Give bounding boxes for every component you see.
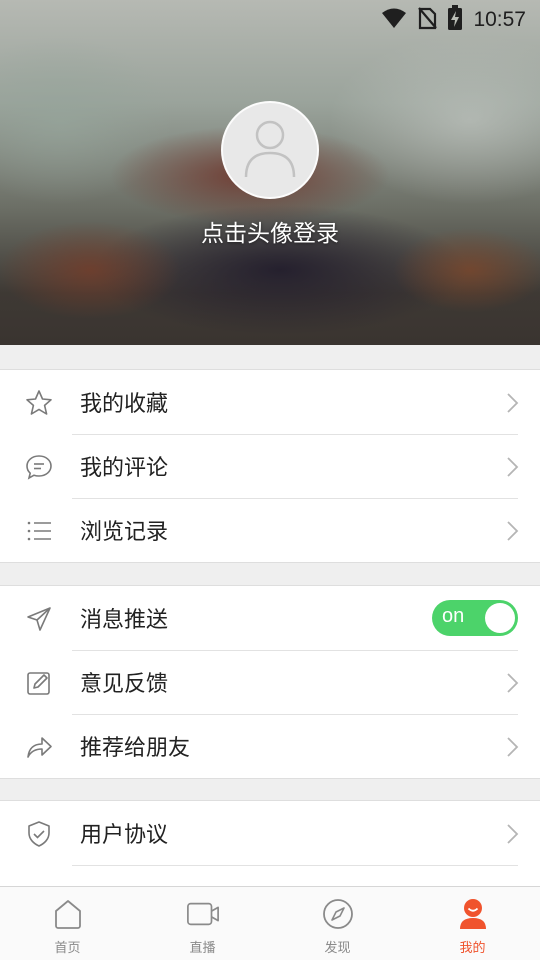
chevron-right-icon [504,520,520,542]
profile-header: 10:57 点击头像登录 [0,0,540,345]
nav-label: 我的 [459,941,486,956]
list-icon [24,516,54,546]
menu-item-label: 消息推送 [80,608,169,633]
home-icon [51,897,85,931]
menu-group-legal: 用户协议 [0,800,540,890]
toggle-label: on [442,605,465,627]
edit-icon [24,668,54,698]
nav-discover[interactable]: 发现 [270,887,405,960]
no-sim-icon [417,6,438,34]
menu-item-label: 浏览记录 [80,520,169,545]
menu-item-push-notifications: 消息推送 on [0,586,540,650]
menu-group-settings: 消息推送 on 意见反馈 推荐给朋友 [0,585,540,779]
menu-item-label: 推荐给朋友 [80,736,191,761]
chevron-right-icon [504,823,520,845]
comment-icon [24,452,54,482]
person-icon [242,117,298,183]
nav-mine[interactable]: 我的 [405,887,540,960]
bottom-navigation: 首页 直播 发现 我的 [0,886,540,960]
menu-item-recommend[interactable]: 推荐给朋友 [0,714,540,778]
status-bar: 10:57 [0,0,540,36]
compass-icon [321,897,355,931]
send-icon [24,604,54,634]
menu-item-user-agreement[interactable]: 用户协议 [0,801,540,865]
battery-charging-icon [447,5,463,35]
menu-item-label: 我的评论 [80,456,169,481]
avatar-button[interactable] [221,101,319,199]
video-icon [186,897,220,931]
menu-item-history[interactable]: 浏览记录 [0,498,540,562]
chevron-right-icon [504,456,520,478]
share-icon [24,732,54,762]
menu-item-comments[interactable]: 我的评论 [0,434,540,498]
toggle-knob [485,603,515,633]
push-notification-toggle[interactable]: on [432,600,518,636]
chevron-right-icon [504,736,520,758]
chevron-right-icon [504,392,520,414]
menu-item-label: 意见反馈 [80,672,169,697]
wifi-icon [381,7,407,33]
shield-icon [24,819,54,849]
chevron-right-icon [504,672,520,694]
star-icon [24,388,54,418]
nav-label: 发现 [324,941,351,956]
nav-label: 直播 [189,941,216,956]
status-time: 10:57 [473,8,526,31]
profile-icon [456,897,490,931]
menu-item-favorites[interactable]: 我的收藏 [0,370,540,434]
menu-item-label: 我的收藏 [80,392,169,417]
login-prompt[interactable]: 点击头像登录 [0,214,540,248]
nav-label: 首页 [54,941,81,956]
menu-group-personal: 我的收藏 我的评论 浏览记录 [0,369,540,563]
nav-live[interactable]: 直播 [135,887,270,960]
menu-item-label: 用户协议 [80,823,169,848]
nav-home[interactable]: 首页 [0,887,135,960]
menu-item-feedback[interactable]: 意见反馈 [0,650,540,714]
